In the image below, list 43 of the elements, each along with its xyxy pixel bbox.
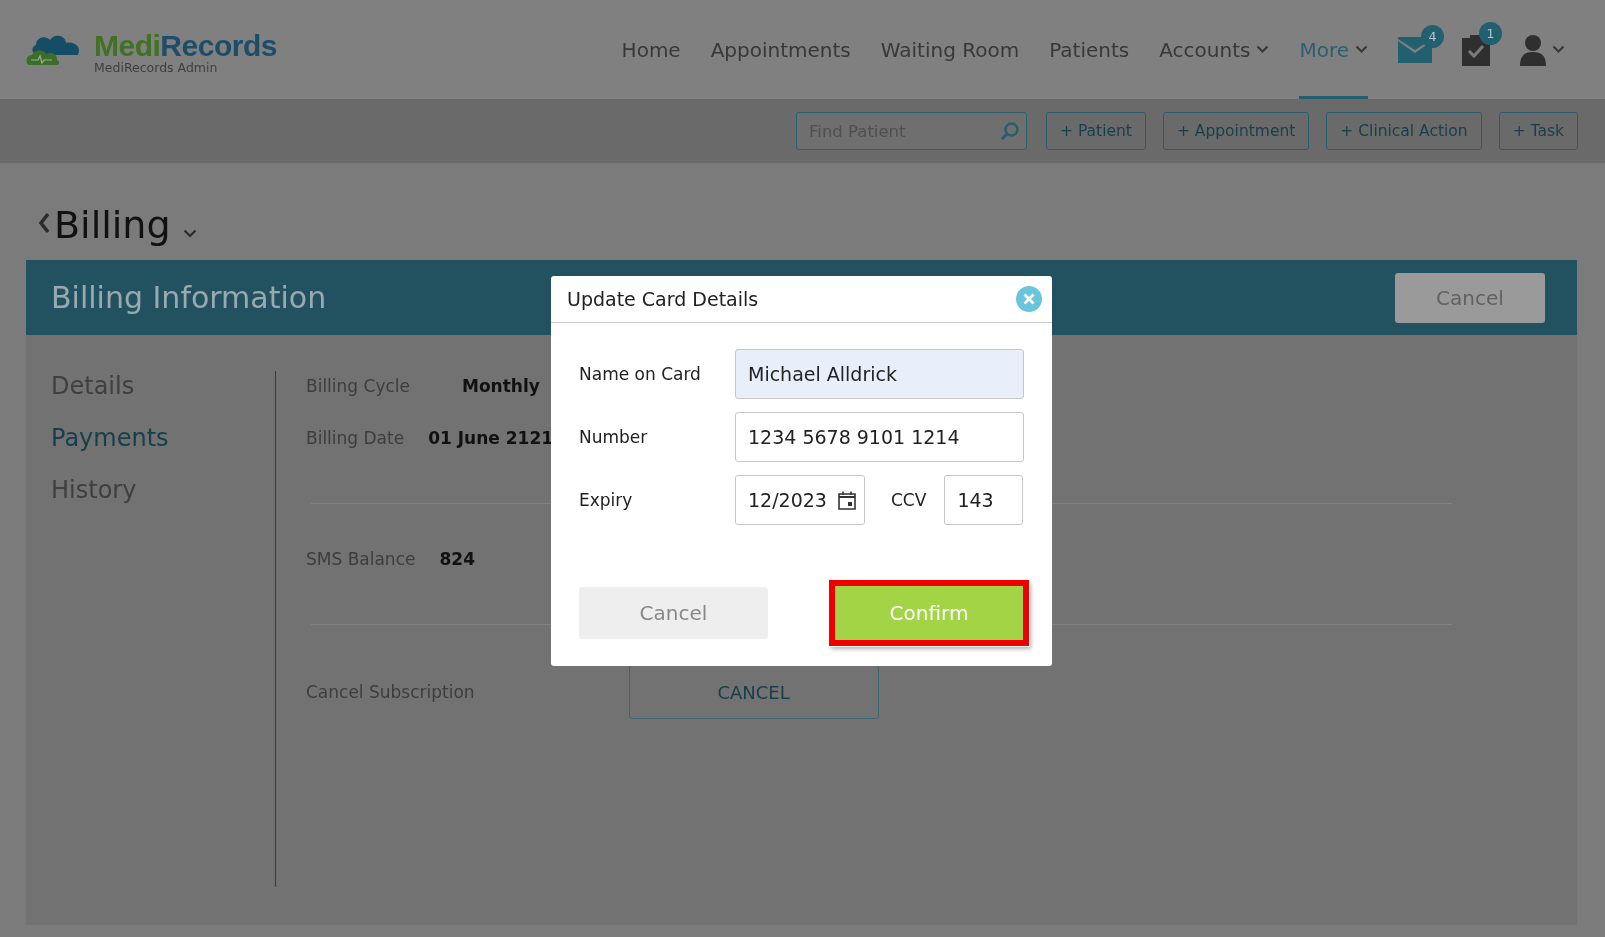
calendar-icon[interactable] (838, 490, 856, 510)
nav-link[interactable]: Appointments (710, 0, 851, 99)
cancel-button[interactable]: Cancel (579, 587, 768, 639)
nav-label: More (1299, 37, 1349, 62)
chevron-down-icon (1256, 45, 1270, 54)
field-value: 01 June 2121 (428, 428, 554, 448)
field-label: CCV (891, 490, 927, 510)
back-chevron-icon[interactable] (38, 212, 50, 234)
toolbar-button[interactable]: + Patient (1046, 112, 1146, 150)
nav-link[interactable]: Waiting Room (880, 0, 1020, 99)
chevron-down-icon[interactable] (182, 229, 197, 238)
expiry-date-field[interactable]: 12/2023 (735, 475, 865, 525)
field-label: Expiry (579, 490, 634, 510)
toolbar-button[interactable]: + Appointment (1162, 112, 1310, 150)
toolbar-button[interactable]: + Task (1498, 112, 1578, 150)
brand-wordmark: MediRecords (94, 31, 277, 61)
cancel-button[interactable]: Cancel (1395, 272, 1545, 323)
clipboard-check-icon[interactable] (1462, 33, 1490, 66)
nav-link[interactable]: Patients (1049, 0, 1130, 99)
notification-badge: 1 (1479, 21, 1502, 45)
confirm-button[interactable]: Confirm (829, 580, 1029, 646)
sidebar-item[interactable]: Payments (51, 423, 275, 453)
field-label: Number (579, 427, 649, 447)
close-icon[interactable] (1023, 293, 1035, 305)
panel-title: Billing Information (51, 280, 327, 315)
user-icon[interactable] (1520, 33, 1546, 66)
nav-link[interactable]: Accounts (1159, 0, 1270, 99)
close-button[interactable] (1016, 286, 1042, 312)
card-number-input[interactable]: 1234 5678 9101 1214 (735, 412, 1024, 462)
nav-label: Accounts (1159, 37, 1251, 62)
field-value: 824 (439, 549, 475, 569)
dialog-title: Update Card Details (567, 288, 759, 310)
page-title: Billing (54, 202, 171, 248)
chevron-down-icon (1355, 45, 1368, 54)
date-value: 12/2023 (748, 489, 827, 511)
toolbar-button[interactable]: + Clinical Action (1326, 112, 1482, 150)
field-label: Name on Card (579, 364, 702, 384)
nav-link[interactable]: Home (621, 0, 681, 99)
name-input[interactable]: Michael Alldrick (735, 349, 1024, 399)
chevron-down-icon (1552, 45, 1565, 54)
brand-subtitle: MediRecords Admin (94, 61, 219, 74)
ccv-input[interactable]: 143 (944, 475, 1024, 525)
notification-badge: 4 (1421, 24, 1444, 48)
